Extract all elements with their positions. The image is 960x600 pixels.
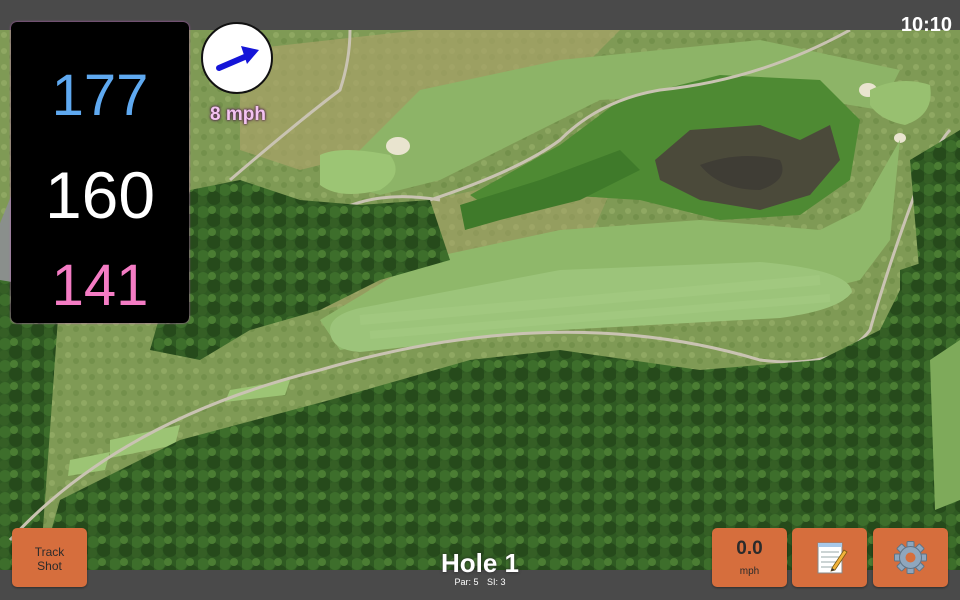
front-distance: 141 [51, 253, 149, 318]
wind-speed-label: 8 mph [210, 104, 266, 125]
track-shot-label-line2: Shot [37, 559, 62, 573]
hole-par: Par: 5 [454, 577, 479, 587]
notepad-icon [817, 542, 848, 574]
back-distance: 177 [51, 63, 149, 128]
clock-time: 10:10 [900, 14, 952, 36]
track-shot-label-line1: Track [34, 545, 65, 559]
distance-panel: 177 160 141 [11, 22, 189, 323]
hole-stroke-index: SI: 3 [487, 577, 506, 587]
hole-info: Par: 5 SI: 3 [380, 577, 580, 587]
speed-button[interactable]: 0.0 mph [712, 528, 787, 587]
wind-indicator[interactable] [201, 22, 273, 94]
gear-icon [894, 541, 927, 574]
wind-direction-arrow-icon [216, 46, 259, 71]
track-shot-button[interactable]: Track Shot [12, 528, 87, 587]
middle-distance: 160 [44, 158, 156, 232]
hole-title: Hole 1 [440, 548, 520, 578]
speed-unit: mph [739, 566, 760, 577]
notes-button[interactable] [792, 528, 867, 587]
settings-button[interactable] [873, 528, 948, 587]
speed-value: 0.0 [736, 538, 763, 559]
